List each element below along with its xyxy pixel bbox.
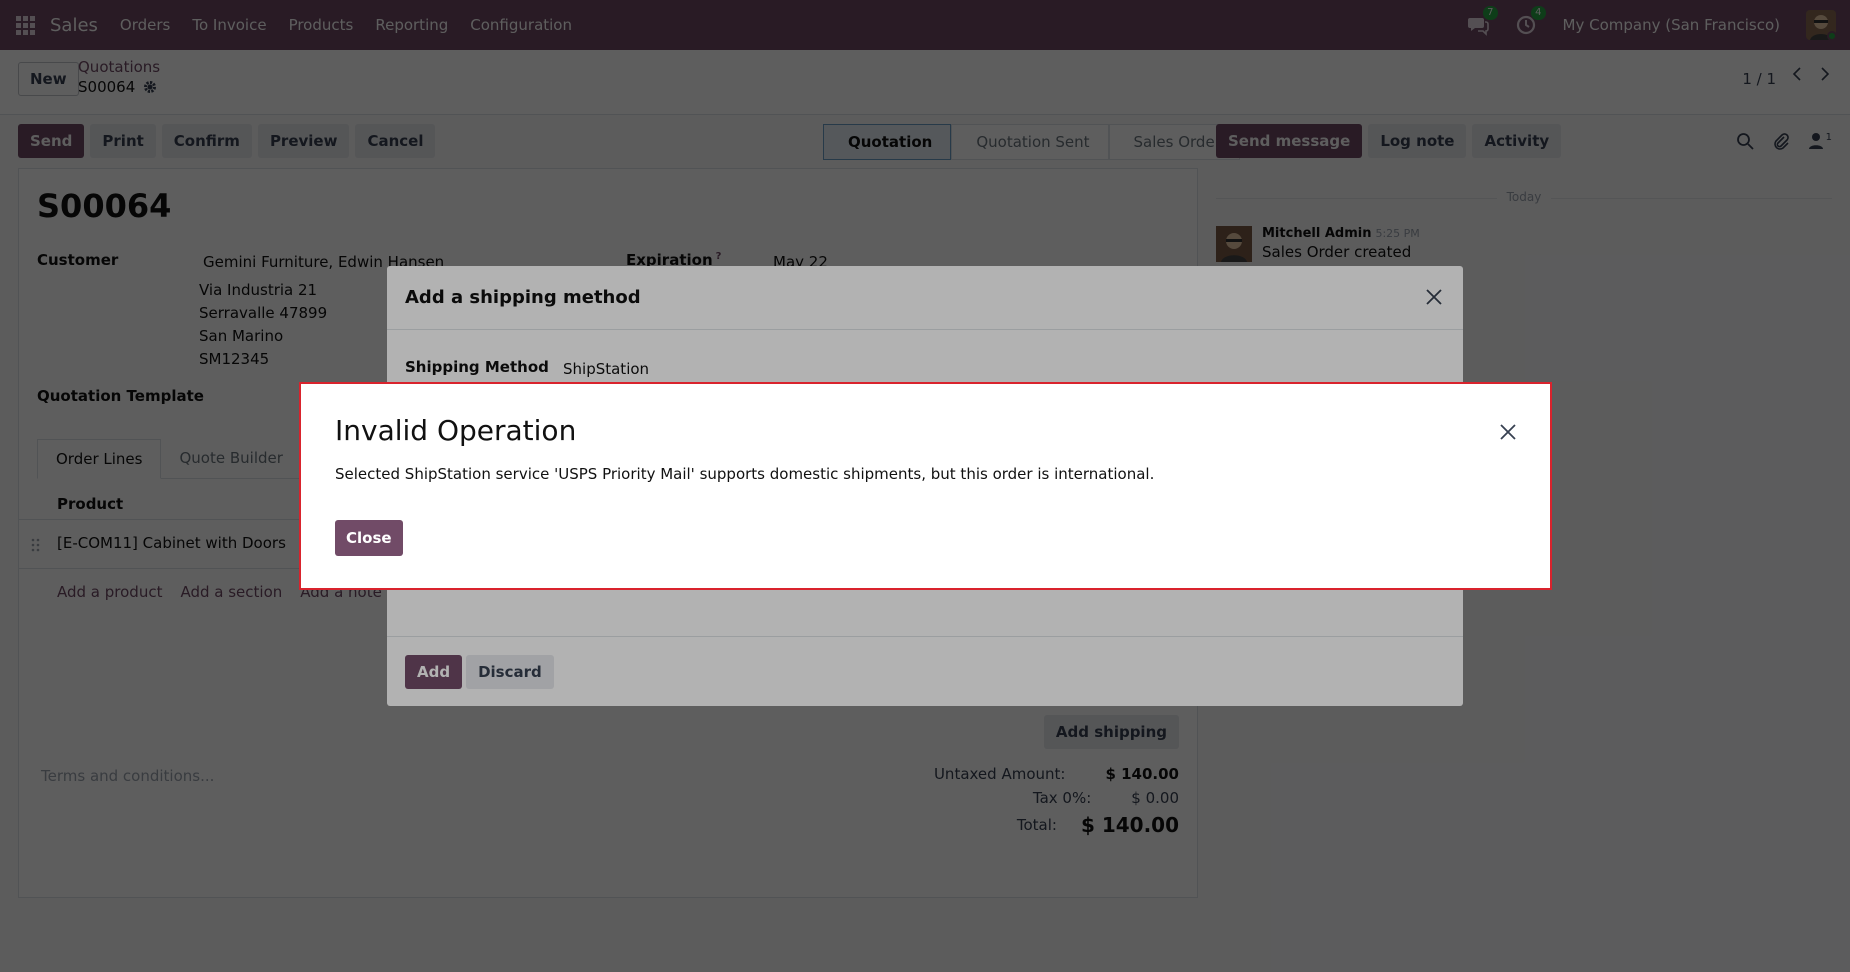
close-button[interactable]: Close	[335, 520, 403, 556]
error-message: Selected ShipStation service 'USPS Prior…	[335, 465, 1155, 483]
error-dialog-title: Invalid Operation	[335, 414, 577, 447]
invalid-operation-dialog: Invalid Operation Selected ShipStation s…	[299, 382, 1552, 590]
close-icon[interactable]	[1498, 422, 1518, 442]
